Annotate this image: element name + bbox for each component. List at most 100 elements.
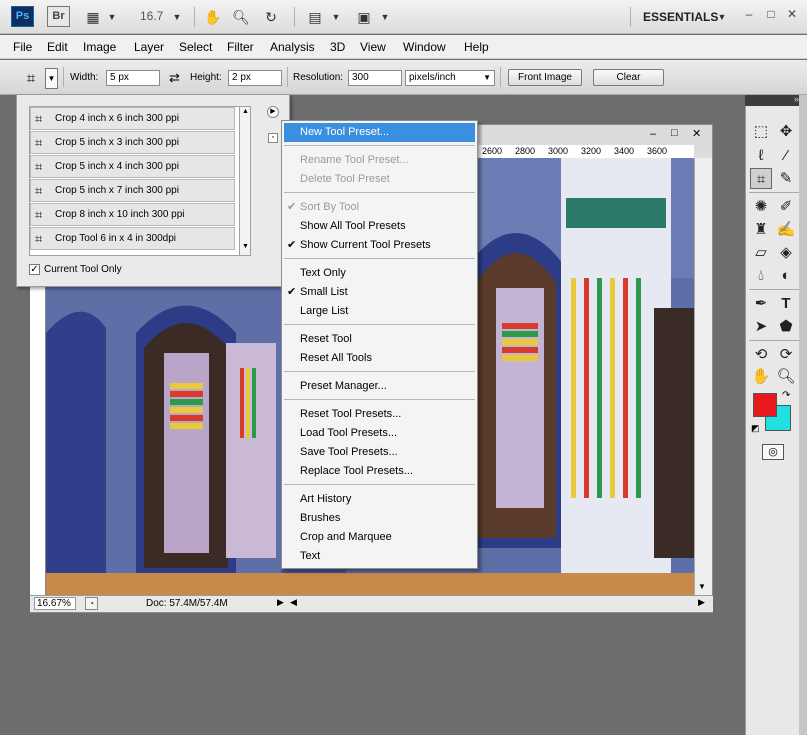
scroll-down-arrow[interactable]: ▼ xyxy=(698,582,706,591)
zoom-level[interactable]: 16.7 xyxy=(140,9,163,23)
scroll-up-arrow[interactable]: ▲ xyxy=(242,108,249,115)
menu-analysis[interactable]: Analysis xyxy=(270,40,315,54)
clear-button[interactable]: Clear xyxy=(593,69,664,86)
menu-item-sort-by-tool[interactable]: ✔ Sort By Tool xyxy=(284,198,475,217)
list-item[interactable]: ⌗ Crop 8 inch x 10 inch 300 ppi xyxy=(30,203,235,226)
close-button[interactable]: ✕ xyxy=(785,7,799,21)
presets-scrollbar[interactable]: ▲ ▼ xyxy=(239,106,251,256)
maximize-button[interactable]: □ xyxy=(764,7,778,21)
menu-filter[interactable]: Filter xyxy=(227,40,254,54)
3d-rotate-icon[interactable]: ⟲ xyxy=(750,344,772,365)
panel-menu-button[interactable]: ▶ xyxy=(267,106,279,118)
quick-mask-icon[interactable]: ◎ xyxy=(762,444,784,460)
menu-item-show-all-tool-presets[interactable]: Show All Tool Presets xyxy=(284,217,475,236)
bridge-launch-button[interactable]: Br xyxy=(47,6,70,27)
front-image-button[interactable]: Front Image xyxy=(508,69,582,86)
path-selection-icon[interactable]: ➤ xyxy=(750,316,772,337)
frame-icon[interactable]: ▦ xyxy=(84,8,102,26)
list-item[interactable]: ⌗ Crop 4 inch x 6 inch 300 ppi xyxy=(30,107,235,130)
swap-icon[interactable]: ⇄ xyxy=(169,70,180,86)
menu-item-text[interactable]: Text xyxy=(284,547,475,566)
list-item[interactable]: ⌗ Crop 5 inch x 7 inch 300 ppi xyxy=(30,179,235,202)
rotate-view-icon[interactable]: ↻ xyxy=(262,8,280,26)
menu-item-reset-tool-presets[interactable]: Reset Tool Presets... xyxy=(284,405,475,424)
menu-file[interactable]: File xyxy=(13,40,32,54)
menu-item-brushes[interactable]: Brushes xyxy=(284,509,475,528)
3d-orbit-icon[interactable]: ⟳ xyxy=(775,344,797,365)
marquee-icon[interactable]: ⬚ xyxy=(750,121,772,142)
workspace-switcher[interactable]: ESSENTIALS xyxy=(643,10,718,24)
magic-wand-icon[interactable]: ⁄ xyxy=(775,145,797,166)
zoom-icon[interactable]: 🔍︎ xyxy=(232,8,250,26)
lasso-icon[interactable]: ℓ xyxy=(750,145,772,166)
eyedropper-icon[interactable]: ✎ xyxy=(775,168,797,189)
menu-item-show-current-tool-presets[interactable]: ✔ Show Current Tool Presets xyxy=(284,236,475,255)
current-tool-only-checkbox[interactable]: ✓ xyxy=(29,264,40,275)
swap-colors-icon[interactable]: ↷ xyxy=(782,390,790,401)
clone-stamp-icon[interactable]: ♜ xyxy=(750,219,772,240)
menu-3d[interactable]: 3D xyxy=(330,40,345,54)
new-preset-icon[interactable]: ▫ xyxy=(268,133,278,143)
menu-item-save-tool-presets[interactable]: Save Tool Presets... xyxy=(284,443,475,462)
crop-icon[interactable]: ⌗ xyxy=(750,168,772,189)
menu-item-preset-manager[interactable]: Preset Manager... xyxy=(284,377,475,396)
shape-icon[interactable]: ⬟ xyxy=(775,316,797,337)
menu-view[interactable]: View xyxy=(360,40,386,54)
minimize-button[interactable]: – xyxy=(742,7,756,21)
crop-icon[interactable]: ⌗ xyxy=(20,69,42,89)
menu-item-delete-tool-preset[interactable]: Delete Tool Preset xyxy=(284,170,475,189)
menu-window[interactable]: Window xyxy=(403,40,446,54)
scroll-right-arrow[interactable]: ▶ xyxy=(698,597,705,608)
width-field[interactable]: 5 px xyxy=(106,70,160,86)
chevron-down-icon[interactable]: ▼ xyxy=(168,8,186,26)
menu-select[interactable]: Select xyxy=(179,40,212,54)
scroll-left-arrow[interactable]: ◀ xyxy=(290,597,297,608)
menu-item-large-list[interactable]: Large List xyxy=(284,302,475,321)
screen-mode-icon[interactable]: ▣ xyxy=(355,8,373,26)
menu-help[interactable]: Help xyxy=(464,40,489,54)
menu-item-load-tool-presets[interactable]: Load Tool Presets... xyxy=(284,424,475,443)
arrange-docs-icon[interactable]: ▤ xyxy=(306,8,324,26)
menu-item-reset-all-tools[interactable]: Reset All Tools xyxy=(284,349,475,368)
scroll-down-arrow[interactable]: ▼ xyxy=(242,243,249,250)
list-item[interactable]: ⌗ Crop 5 inch x 3 inch 300 ppi xyxy=(30,131,235,154)
doc-maximize-button[interactable]: □ xyxy=(671,127,678,139)
doc-close-button[interactable]: ✕ xyxy=(692,127,701,140)
type-icon[interactable]: T xyxy=(775,293,797,314)
chevron-down-icon[interactable]: ▼ xyxy=(327,8,345,26)
menu-item-new-tool-preset[interactable]: New Tool Preset... xyxy=(284,123,475,142)
tool-preset-picker-button[interactable]: ▼ xyxy=(45,68,58,89)
status-arrow-icon[interactable]: ▶ xyxy=(277,597,284,608)
hand-icon[interactable]: ✋ xyxy=(204,8,222,26)
zoom-icon[interactable]: 🔍︎ xyxy=(775,366,797,387)
pen-icon[interactable]: ✒ xyxy=(750,293,772,314)
chevron-down-icon[interactable]: ▼ xyxy=(103,8,121,26)
menu-edit[interactable]: Edit xyxy=(47,40,68,54)
menu-item-reset-tool[interactable]: Reset Tool xyxy=(284,330,475,349)
menu-image[interactable]: Image xyxy=(83,40,116,54)
eraser-icon[interactable]: ▱ xyxy=(750,242,772,263)
foreground-color-swatch[interactable] xyxy=(753,393,777,417)
dodge-icon[interactable]: ◐ xyxy=(775,265,797,286)
vertical-scrollbar[interactable]: ▼ xyxy=(694,158,712,595)
brush-icon[interactable]: ✐ xyxy=(775,196,797,217)
menu-item-replace-tool-presets[interactable]: Replace Tool Presets... xyxy=(284,462,475,481)
chevron-down-icon[interactable]: ▼ xyxy=(376,8,394,26)
menu-item-art-history[interactable]: Art History xyxy=(284,490,475,509)
hand-icon[interactable]: ✋ xyxy=(750,366,772,387)
status-menu-icon[interactable]: ◔ xyxy=(85,597,98,610)
blur-icon[interactable]: 💧︎ xyxy=(750,265,772,286)
default-colors-icon[interactable]: ◩ xyxy=(751,423,760,434)
list-item[interactable]: ⌗ Crop Tool 6 in x 4 in 300dpi xyxy=(30,227,235,250)
tools-panel-header[interactable]: » xyxy=(745,94,803,106)
move-icon[interactable]: ✥ xyxy=(775,121,797,142)
history-brush-icon[interactable]: ✍ xyxy=(775,219,797,240)
resolution-field[interactable]: 300 xyxy=(348,70,402,86)
menu-item-crop-and-marquee[interactable]: Crop and Marquee xyxy=(284,528,475,547)
spot-healing-icon[interactable]: ✺ xyxy=(750,196,772,217)
menu-layer[interactable]: Layer xyxy=(134,40,164,54)
height-field[interactable]: 2 px xyxy=(228,70,282,86)
doc-minimize-button[interactable]: – xyxy=(650,128,656,140)
resolution-unit-select[interactable]: pixels/inch ▼ xyxy=(405,70,495,86)
list-item[interactable]: ⌗ Crop 5 inch x 4 inch 300 ppi xyxy=(30,155,235,178)
